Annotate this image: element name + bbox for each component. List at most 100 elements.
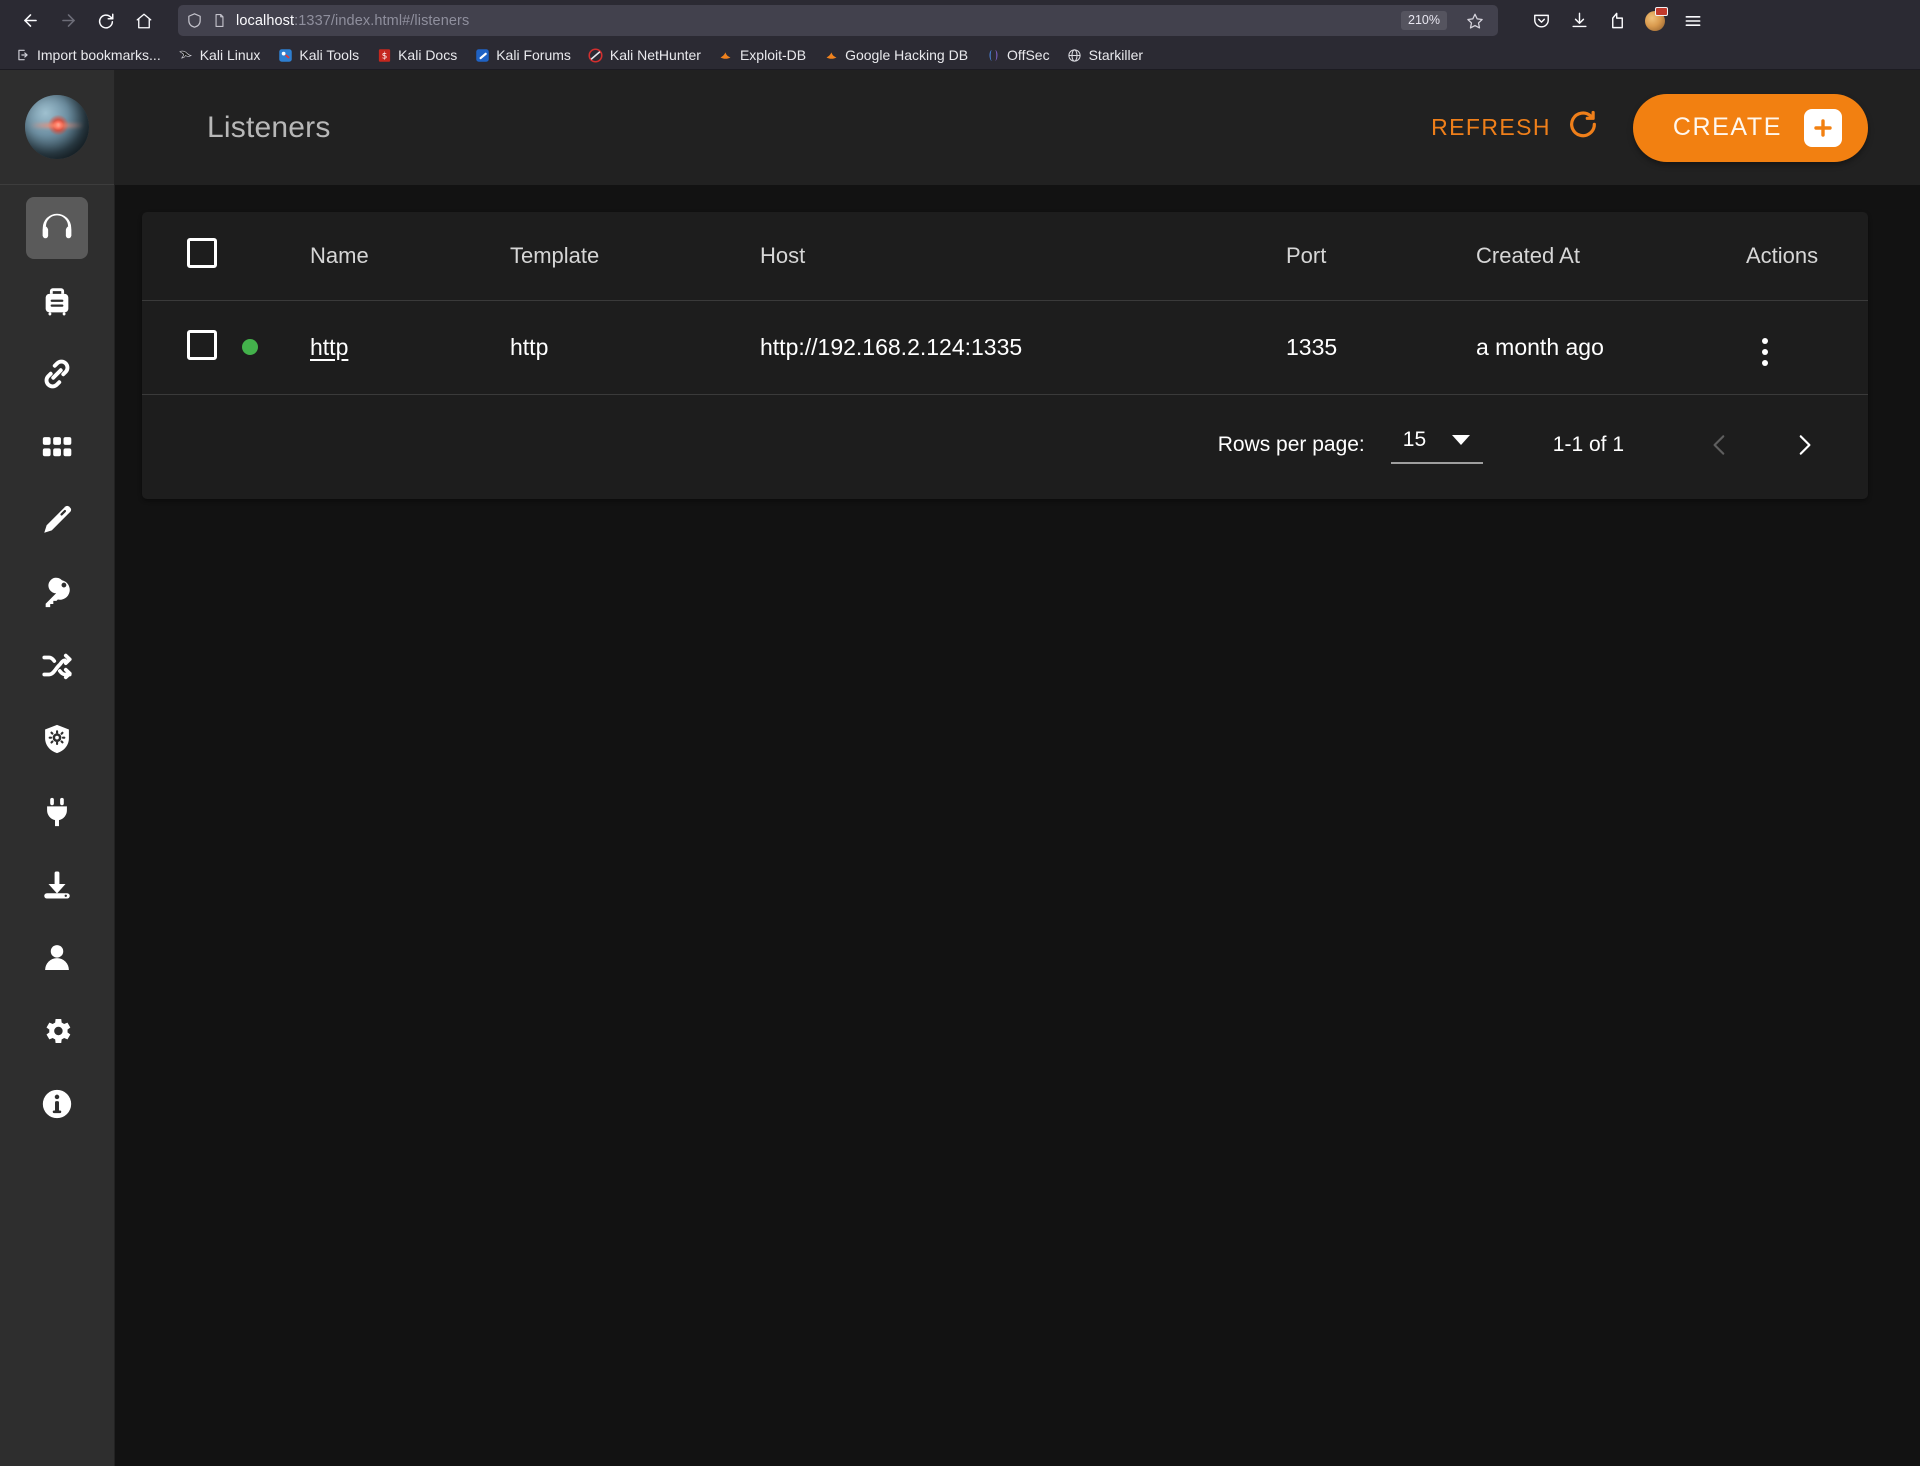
sidebar-item-credentials[interactable] [26,562,88,624]
starkiller-logo[interactable] [25,95,89,159]
bookmark-label: Import bookmarks... [37,47,161,63]
app-menu-icon[interactable] [1676,5,1710,37]
plus-icon [1804,108,1842,147]
notification-badge [1655,6,1668,16]
bookmark-kali-forums[interactable]: Kali Forums [467,44,578,66]
info-icon [40,1087,74,1121]
bookmark-kali-tools[interactable]: Kali Tools [270,44,366,66]
bookmark-label: Starkiller [1088,47,1144,63]
listener-name-link[interactable]: http [310,334,348,360]
listeners-table: Name Template Host Port Created At Actio… [142,212,1868,395]
kali-forums-icon [474,47,490,63]
kali-nethunter-icon [588,47,604,63]
reload-button[interactable] [88,5,124,37]
actions-header: Actions [1738,212,1868,301]
bookmark-kali-docs[interactable]: $ Kali Docs [369,44,464,66]
grid-apps-icon [40,430,74,464]
table-row[interactable]: http http http://192.168.2.124:1335 1335… [142,300,1868,395]
bookmark-label: Google Hacking DB [845,47,969,63]
browser-chrome: localhost:1337/index.html#/listeners 210… [0,0,1920,70]
downloads-icon[interactable] [1562,5,1596,37]
row-host-cell: http://192.168.2.124:1335 [752,300,1278,395]
listeners-table-card: Name Template Host Port Created At Actio… [142,212,1868,499]
bookmark-starkiller[interactable]: Starkiller [1060,44,1150,66]
port-header[interactable]: Port [1278,212,1468,301]
pagination-range-label: 1-1 of 1 [1552,433,1624,456]
refresh-button[interactable]: REFRESH [1417,99,1613,157]
sidebar-logo-wrap [0,70,114,185]
sidebar-item-agents[interactable] [26,343,88,405]
table-body: http http http://192.168.2.124:1335 1335… [142,300,1868,395]
back-button[interactable] [12,5,48,37]
row-status-cell [234,300,302,395]
sidebar-item-stagers[interactable] [26,270,88,332]
next-page-button[interactable] [1780,421,1828,469]
sidebar-item-plugins-shuffle[interactable] [26,635,88,697]
row-select-cell [142,300,234,395]
kali-dragon-icon [178,47,194,63]
row-port-cell: 1335 [1278,300,1468,395]
bookmark-offsec[interactable]: OffSec [978,44,1057,66]
browser-nav-bar: localhost:1337/index.html#/listeners 210… [0,0,1920,41]
chevron-down-icon [1452,435,1471,445]
marker-pen-icon [40,503,74,537]
sidebar-item-settings[interactable] [26,1000,88,1062]
sidebar [0,70,115,1466]
pocket-icon[interactable] [1524,5,1558,37]
select-all-header [142,212,234,301]
rows-per-page-select[interactable]: 15 [1390,426,1483,464]
row-actions-cell [1738,300,1868,395]
row-checkbox[interactable] [187,329,217,360]
import-icon [15,47,31,63]
save-to-icon[interactable] [1600,5,1634,37]
briefcase-icon [40,284,74,318]
table-head: Name Template Host Port Created At Actio… [142,212,1868,301]
sidebar-item-plugins[interactable] [26,781,88,843]
created-at-header[interactable]: Created At [1468,212,1738,301]
bookmark-kali-linux[interactable]: Kali Linux [171,44,268,66]
select-all-checkbox[interactable] [187,238,217,268]
address-bar[interactable]: localhost:1337/index.html#/listeners 210… [178,5,1498,36]
sidebar-items [0,185,114,1466]
home-button[interactable] [126,5,162,37]
browser-toolbar-right [1510,5,1710,37]
sidebar-item-hooks[interactable] [26,489,88,551]
previous-page-button[interactable] [1696,421,1744,469]
bookmark-label: Kali NetHunter [609,47,701,63]
sidebar-item-listeners[interactable] [26,197,88,259]
sidebar-item-malware-shield[interactable] [26,708,88,770]
sidebar-item-downloads[interactable] [26,854,88,916]
bookmark-exploit-db[interactable]: Exploit-DB [711,44,813,66]
exploit-db-icon [718,47,734,63]
refresh-button-label: REFRESH [1431,114,1551,140]
url-host: localhost [236,12,295,29]
forward-button[interactable] [50,5,86,37]
user-icon [40,941,74,975]
rows-per-page-value: 15 [1402,428,1427,451]
account-avatar[interactable] [1638,5,1672,37]
kebab-menu-icon[interactable] [1746,332,1784,372]
kali-docs-icon: $ [376,47,392,63]
row-created-at-cell: a month ago [1468,300,1738,395]
bookmark-star-icon[interactable] [1460,6,1490,36]
download-icon [40,868,74,902]
zoom-level-badge[interactable]: 210% [1401,11,1447,30]
name-header[interactable]: Name [302,212,502,301]
bookmark-import[interactable]: Import bookmarks... [8,44,168,66]
bookmark-kali-nethunter[interactable]: Kali NetHunter [581,44,708,66]
key-icon [40,576,74,610]
page-info-icon [212,12,227,29]
shield-virus-icon [40,722,74,756]
template-header[interactable]: Template [502,212,752,301]
bookmark-label: Exploit-DB [739,47,807,63]
sidebar-item-users[interactable] [26,927,88,989]
host-header[interactable]: Host [752,212,1278,301]
page-title: Listeners [207,110,331,144]
sidebar-item-modules[interactable] [26,416,88,478]
bookmark-label: Kali Forums [496,47,571,63]
sidebar-item-about[interactable] [26,1073,88,1135]
bookmark-google-hacking-db[interactable]: Google Hacking DB [816,44,975,66]
url-path: :1337/index.html#/listeners [294,12,470,29]
svg-text:$: $ [381,51,387,61]
create-button[interactable]: CREATE [1632,93,1868,162]
